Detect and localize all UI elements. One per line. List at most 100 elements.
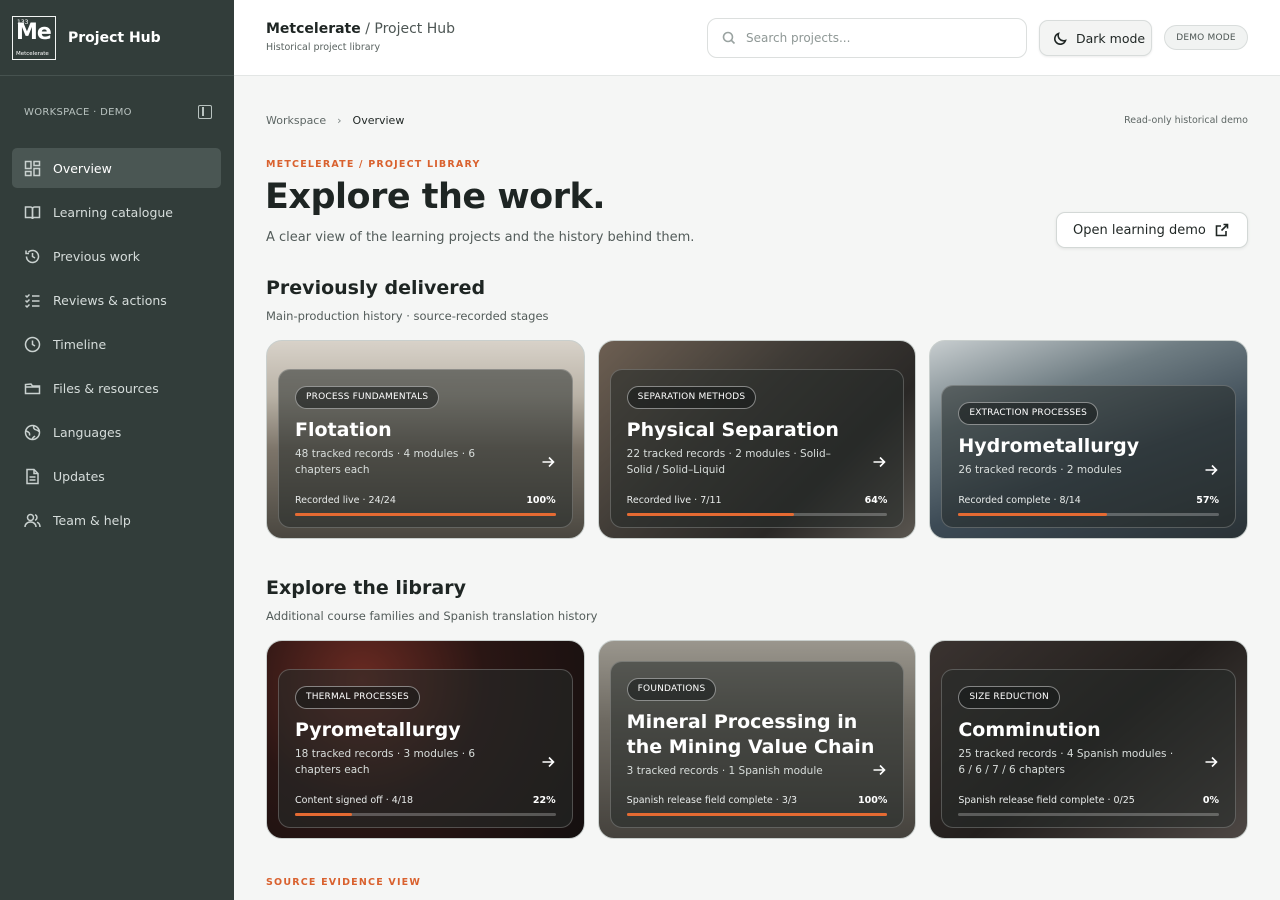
arrow-right-icon[interactable] xyxy=(541,754,557,770)
sidebar-item-label: Languages xyxy=(53,424,122,440)
card-panel: SIZE REDUCTION Comminution 25 tracked re… xyxy=(941,669,1237,828)
progress-track xyxy=(295,813,556,816)
card-meta: 48 tracked records · 4 modules · 6 chapt… xyxy=(295,448,476,476)
progress-percent: 0% xyxy=(1202,795,1220,806)
dashboard-icon xyxy=(24,160,41,177)
org-name: Metcelerate xyxy=(266,21,361,37)
card-panel: PROCESS FUNDAMENTALS Flotation 48 tracke… xyxy=(278,369,573,528)
project-card-flotation[interactable]: PROCESS FUNDAMENTALS Flotation 48 tracke… xyxy=(266,340,585,539)
book-icon xyxy=(24,204,41,221)
card-title: Comminution xyxy=(958,719,1101,741)
sidebar-item-languages[interactable]: Languages xyxy=(12,412,221,452)
sidebar-item-files-resources[interactable]: Files & resources xyxy=(12,368,221,408)
sidebar-item-previous-work[interactable]: Previous work xyxy=(12,236,221,276)
category-chip: THERMAL PROCESSES xyxy=(295,686,420,709)
external-link-icon xyxy=(1215,223,1229,237)
project-card-physical-separation[interactable]: SEPARATION METHODS Physical Separation 2… xyxy=(597,340,917,539)
progress-percent: 64% xyxy=(864,495,888,506)
progress-percent: 100% xyxy=(857,795,888,806)
category-chip: FOUNDATIONS xyxy=(626,678,717,701)
progress-fill xyxy=(626,813,888,816)
breadcrumb-current: Overview xyxy=(352,114,405,127)
workspace-label: WORKSPACE · DEMO xyxy=(24,106,132,118)
arrow-right-icon[interactable] xyxy=(1204,462,1220,478)
sidebar-nav: Overview Learning catalogue Previous wor… xyxy=(0,148,234,540)
card-title: Flotation xyxy=(295,419,392,441)
app-title: Metcelerate / Project Hub xyxy=(266,21,455,37)
section-subtitle-library: Additional course families and Spanish t… xyxy=(266,609,598,623)
project-card-comminution[interactable]: SIZE REDUCTION Comminution 25 tracked re… xyxy=(929,640,1249,839)
project-card-pyrometallurgy[interactable]: THERMAL PROCESSES Pyrometallurgy 18 trac… xyxy=(266,640,585,839)
progress-track xyxy=(958,813,1220,816)
arrow-right-icon[interactable] xyxy=(1204,754,1220,770)
sidebar-item-label: Updates xyxy=(53,468,105,484)
breadcrumb-root[interactable]: Workspace xyxy=(266,114,326,127)
card-progress: Spanish release field complete · 0/25 0% xyxy=(958,795,1220,816)
search-box[interactable] xyxy=(707,18,1027,58)
project-card-mineral-processing[interactable]: FOUNDATIONS Mineral Processing in the Mi… xyxy=(597,640,917,839)
card-title: Physical Separation xyxy=(626,419,839,441)
category-chip: PROCESS FUNDAMENTALS xyxy=(295,386,440,409)
project-card-hydrometallurgy[interactable]: EXTRACTION PROCESSES Hydrometallurgy 26 … xyxy=(929,340,1249,539)
card-title: Hydrometallurgy xyxy=(958,435,1140,457)
sidebar-collapse-icon[interactable] xyxy=(198,105,212,119)
progress-fill xyxy=(295,813,353,816)
dark-mode-button[interactable]: Dark mode xyxy=(1039,20,1152,56)
section-subtitle-delivered: Main-production history · source-recorde… xyxy=(266,309,549,323)
open-learning-demo-button[interactable]: Open learning demo xyxy=(1056,212,1248,248)
sidebar-item-label: Overview xyxy=(53,160,112,176)
card-progress: Recorded complete · 8/14 57% xyxy=(958,495,1220,516)
sidebar-item-label: Team & help xyxy=(53,512,131,528)
card-panel: EXTRACTION PROCESSES Hydrometallurgy 26 … xyxy=(941,385,1237,528)
arrow-right-icon[interactable] xyxy=(872,454,888,470)
card-progress: Recorded live · 24/24 100% xyxy=(295,495,556,516)
delivered-cards: PROCESS FUNDAMENTALS Flotation 48 tracke… xyxy=(266,340,1249,539)
brand-title: Project Hub xyxy=(68,29,161,46)
workspace-row: WORKSPACE · DEMO xyxy=(0,76,234,148)
page-lead: A clear view of the learning projects an… xyxy=(266,230,695,245)
dark-mode-label: Dark mode xyxy=(1076,30,1146,46)
title-separator: / xyxy=(360,21,375,37)
card-title: Pyrometallurgy xyxy=(295,719,461,741)
arrow-right-icon[interactable] xyxy=(541,454,557,470)
card-progress: Recorded live · 7/11 64% xyxy=(626,495,888,516)
sidebar-item-overview[interactable]: Overview xyxy=(12,148,221,188)
sidebar-item-reviews-actions[interactable]: Reviews & actions xyxy=(12,280,221,320)
globe-icon xyxy=(24,424,41,441)
progress-status: Recorded live · 7/11 xyxy=(626,495,722,506)
sidebar-item-team-help[interactable]: Team & help xyxy=(12,500,221,540)
arrow-right-icon[interactable] xyxy=(872,762,888,778)
progress-status: Recorded complete · 8/14 xyxy=(958,495,1081,506)
progress-status: Content signed off · 4/18 xyxy=(295,795,414,806)
sidebar-item-label: Files & resources xyxy=(53,380,159,396)
sidebar-item-learning-catalogue[interactable]: Learning catalogue xyxy=(12,192,221,232)
sidebar: 133 Me Metcelerate Project Hub WORKSPACE… xyxy=(0,0,234,900)
sidebar-item-label: Learning catalogue xyxy=(53,204,174,220)
clock-icon xyxy=(24,336,41,353)
card-progress: Spanish release field complete · 3/3 100% xyxy=(626,795,888,816)
category-chip: SIZE REDUCTION xyxy=(958,686,1060,709)
logo-name: Metcelerate xyxy=(16,50,49,57)
evidence-eyebrow: SOURCE EVIDENCE VIEW xyxy=(266,877,422,888)
progress-fill xyxy=(958,513,1107,516)
sidebar-item-timeline[interactable]: Timeline xyxy=(12,324,221,364)
brand[interactable]: 133 Me Metcelerate Project Hub xyxy=(0,0,234,76)
search-input[interactable] xyxy=(746,31,996,45)
sidebar-item-label: Timeline xyxy=(53,336,107,352)
section-title-delivered: Previously delivered xyxy=(266,277,486,299)
users-icon xyxy=(24,512,41,529)
progress-status: Spanish release field complete · 0/25 xyxy=(958,795,1135,806)
chevron-right-icon: › xyxy=(337,114,342,127)
category-chip: SEPARATION METHODS xyxy=(626,386,757,409)
card-panel: SEPARATION METHODS Physical Separation 2… xyxy=(609,369,905,528)
sidebar-item-updates[interactable]: Updates xyxy=(12,456,221,496)
progress-status: Spanish release field complete · 3/3 xyxy=(626,795,798,806)
progress-percent: 22% xyxy=(532,795,556,806)
sidebar-item-label: Previous work xyxy=(53,248,141,264)
progress-fill xyxy=(295,513,556,516)
progress-track xyxy=(295,513,556,516)
checklist-icon xyxy=(24,292,41,309)
progress-track xyxy=(626,813,888,816)
card-panel: THERMAL PROCESSES Pyrometallurgy 18 trac… xyxy=(278,669,573,828)
card-title: Mineral Processing in the Mining Value C… xyxy=(626,711,875,758)
